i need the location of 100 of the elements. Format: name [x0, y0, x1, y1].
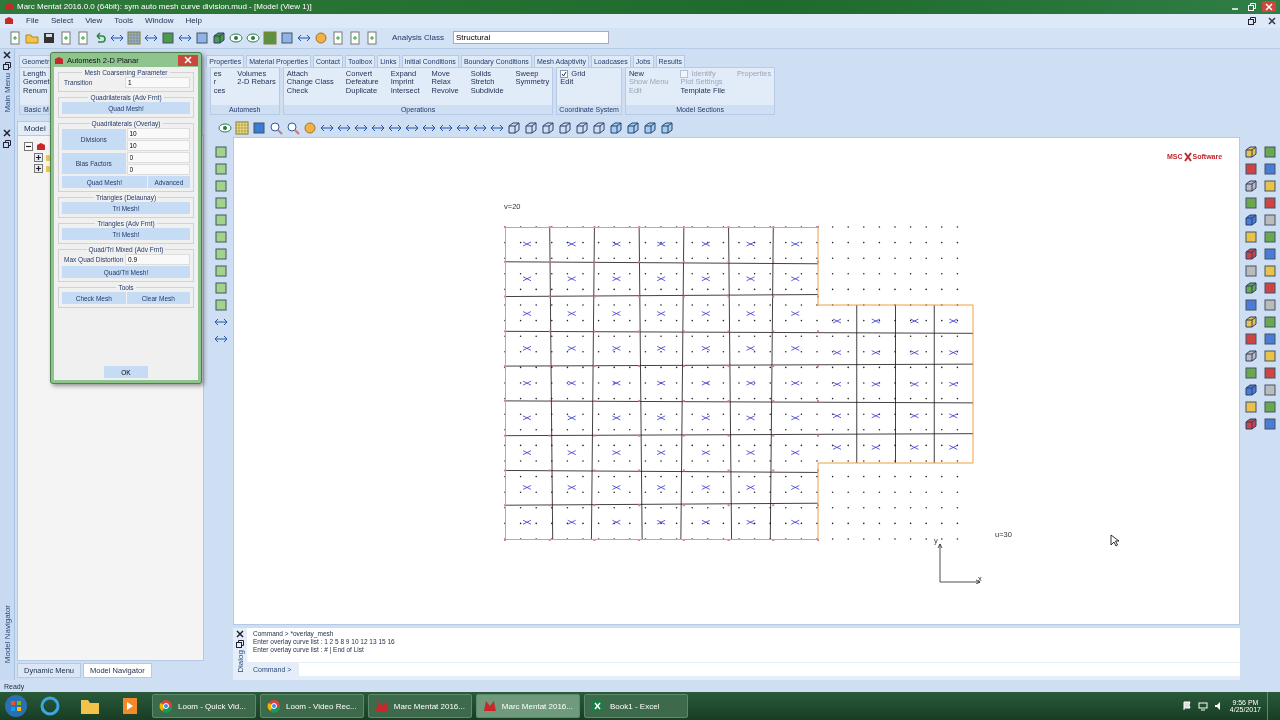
network-icon[interactable]	[1197, 701, 1208, 711]
restore-icon[interactable]	[1248, 16, 1256, 25]
close-icon[interactable]	[236, 630, 244, 639]
square-icon[interactable]	[213, 229, 228, 244]
square-icon[interactable]	[1262, 246, 1277, 261]
square-icon[interactable]	[161, 30, 175, 45]
square-icon[interactable]	[1262, 416, 1277, 431]
menu-item[interactable]: Window	[145, 16, 174, 26]
square-icon[interactable]	[1243, 331, 1258, 346]
cube-icon[interactable]	[1243, 178, 1258, 193]
square-icon[interactable]	[213, 161, 228, 176]
cursor-icon	[1110, 533, 1119, 547]
square-icon[interactable]	[213, 280, 228, 295]
square-icon[interactable]	[213, 195, 228, 210]
eye-icon[interactable]	[218, 120, 232, 135]
close-icon[interactable]	[1268, 16, 1276, 25]
model-icon	[36, 141, 46, 151]
grid-icon[interactable]	[127, 30, 141, 45]
square-icon[interactable]	[213, 144, 228, 159]
square-icon[interactable]	[1243, 297, 1258, 312]
browser-icon	[159, 699, 173, 713]
cube-icon[interactable]	[1243, 348, 1258, 363]
restore-icon[interactable]	[3, 139, 11, 148]
restore-icon[interactable]	[236, 640, 244, 649]
taskbar-button[interactable]: Loom - Video Rec...	[260, 694, 364, 718]
cube-icon[interactable]	[1243, 314, 1258, 329]
logo-icon	[1183, 151, 1192, 162]
menu-item[interactable]: View	[85, 16, 103, 26]
cube-icon[interactable]	[660, 120, 674, 135]
cube-icon[interactable]	[1243, 246, 1258, 261]
cube-icon[interactable]	[541, 120, 555, 135]
square-icon[interactable]	[280, 30, 294, 45]
cube-icon[interactable]	[1243, 144, 1258, 159]
square-icon[interactable]	[1262, 348, 1277, 363]
restore-icon[interactable]	[3, 61, 11, 70]
cube-icon[interactable]	[1243, 416, 1258, 431]
collapse-icon[interactable]	[24, 141, 33, 151]
checkbox[interactable]	[560, 70, 569, 79]
square-icon[interactable]	[1262, 280, 1277, 295]
cube-icon[interactable]	[507, 120, 521, 135]
square-icon[interactable]	[1262, 314, 1277, 329]
square-icon[interactable]	[195, 30, 209, 45]
cube-icon[interactable]	[558, 120, 572, 135]
square-icon[interactable]	[1243, 195, 1258, 210]
close-icon[interactable]	[3, 128, 11, 137]
cube-icon[interactable]	[1243, 280, 1258, 295]
expand-icon[interactable]	[34, 163, 43, 173]
square-icon[interactable]	[1262, 195, 1277, 210]
expand-icon[interactable]	[34, 152, 43, 162]
square-icon[interactable]	[252, 120, 266, 135]
square-icon[interactable]	[213, 297, 228, 312]
taskbar-button[interactable]: Marc Mentat 2016...	[368, 694, 472, 718]
cube-icon[interactable]	[1243, 212, 1258, 227]
square-icon[interactable]	[1262, 178, 1277, 193]
square-icon[interactable]	[213, 263, 228, 278]
grid-icon[interactable]	[263, 30, 277, 45]
cube-icon[interactable]	[212, 30, 226, 45]
square-icon[interactable]	[1262, 212, 1277, 227]
zoom-icon[interactable]	[286, 120, 300, 135]
model-navigator-label[interactable]: Model Navigator	[2, 604, 12, 664]
square-icon[interactable]	[1262, 229, 1277, 244]
command-field[interactable]	[299, 662, 1240, 676]
eye-icon[interactable]	[246, 30, 260, 45]
square-icon[interactable]	[1262, 144, 1277, 159]
window-title: Marc Mentat 2016.0.0 (64bit): sym auto mesh curve division.mud - [Model (View 1)]	[17, 2, 313, 12]
save-icon[interactable]	[42, 30, 56, 45]
square-icon[interactable]	[213, 246, 228, 261]
cube-icon[interactable]	[524, 120, 538, 135]
cube-icon[interactable]	[575, 120, 589, 135]
zoom-icon[interactable]	[269, 120, 283, 135]
square-icon[interactable]	[1262, 399, 1277, 414]
square-icon[interactable]	[1262, 331, 1277, 346]
cube-icon[interactable]	[1243, 382, 1258, 397]
square-icon[interactable]	[213, 178, 228, 193]
main-menu-label[interactable]: Main Menu	[2, 72, 12, 113]
dialog-label[interactable]: Dialog	[235, 650, 245, 673]
cube-icon[interactable]	[592, 120, 606, 135]
menu-item[interactable]: Select	[50, 16, 74, 26]
square-icon[interactable]	[1262, 365, 1277, 380]
square-icon[interactable]	[213, 212, 228, 227]
menu-item[interactable]: File	[26, 16, 39, 26]
square-icon[interactable]	[1243, 365, 1258, 380]
square-icon[interactable]	[1262, 382, 1277, 397]
square-icon[interactable]	[1243, 161, 1258, 176]
close-button[interactable]	[178, 54, 198, 66]
start-button[interactable]	[4, 694, 28, 718]
taskbar-button[interactable]: Book1 - Excel	[584, 694, 688, 718]
panel-tab[interactable]: Model	[17, 120, 53, 135]
close-icon[interactable]	[3, 50, 11, 59]
taskbar-button[interactable]: Loom - Quick Vid...	[152, 694, 256, 718]
cube-icon[interactable]	[643, 120, 657, 135]
menu-item[interactable]: Help	[185, 16, 202, 26]
undo-icon[interactable]	[93, 30, 107, 45]
square-icon[interactable]	[1262, 297, 1277, 312]
cube-icon[interactable]	[626, 120, 640, 135]
eye-icon[interactable]	[229, 30, 243, 45]
cube-icon[interactable]	[609, 120, 623, 135]
analysis-class-field[interactable]: Structural	[453, 31, 609, 45]
square-icon[interactable]	[1262, 161, 1277, 176]
menu-item[interactable]: Tools	[114, 16, 133, 26]
